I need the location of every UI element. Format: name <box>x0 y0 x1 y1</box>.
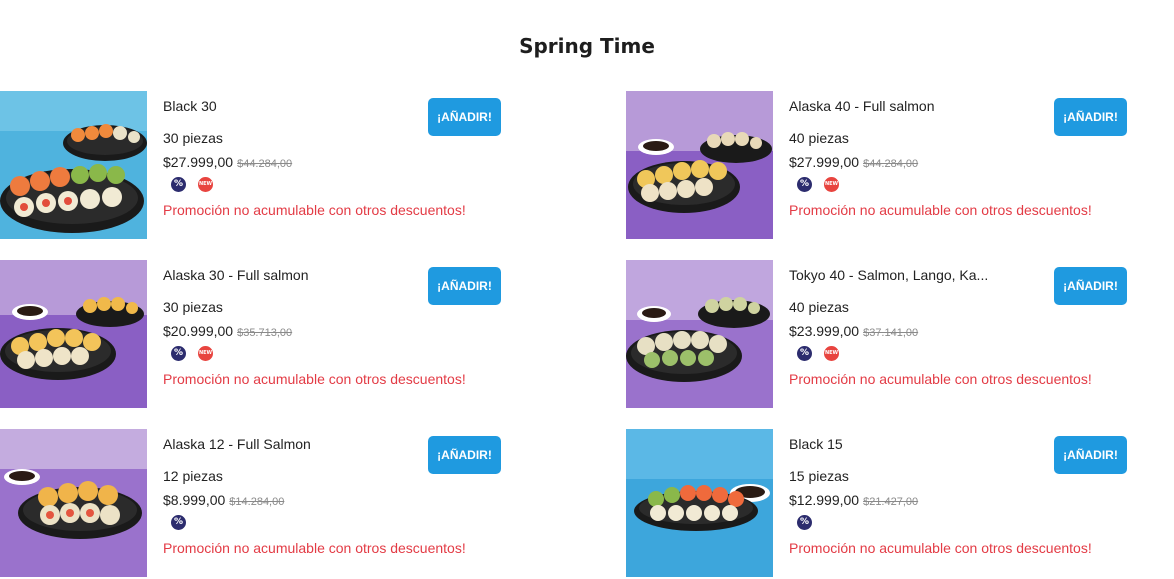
promo-notice: Promoción no acumulable con otros descue… <box>789 371 1092 387</box>
badge-group: % NEW <box>797 346 851 362</box>
old-price: $44.284,00 <box>237 158 293 170</box>
product-image[interactable] <box>626 260 773 408</box>
discount-badge-icon: % <box>797 177 812 192</box>
product-card-tokyo-40[interactable]: Tokyo 40 - Salmon, Lango, Ka... 40 pieza… <box>626 260 1136 410</box>
product-name[interactable]: Black 15 <box>789 436 843 452</box>
product-card-black-30[interactable]: Black 30 30 piezas $27.999,00 $44.284,00 … <box>0 91 510 241</box>
promo-notice: Promoción no acumulable con otros descue… <box>163 202 466 218</box>
product-card-alaska-30[interactable]: Alaska 30 - Full salmon 30 piezas $20.99… <box>0 260 510 410</box>
price-row: $27.999,00 $44.284,00 <box>163 154 292 172</box>
add-to-cart-button[interactable]: ¡AÑADIR! <box>428 98 501 136</box>
product-name[interactable]: Tokyo 40 - Salmon, Lango, Ka... <box>789 267 988 283</box>
add-to-cart-button[interactable]: ¡AÑADIR! <box>1054 267 1127 305</box>
product-image[interactable] <box>0 429 147 577</box>
old-price: $37.141,00 <box>863 327 919 339</box>
product-pieces: 30 piezas <box>163 130 223 146</box>
badge-group: % NEW <box>171 177 225 193</box>
badge-group: % NEW <box>797 177 851 193</box>
promo-notice: Promoción no acumulable con otros descue… <box>163 540 466 556</box>
current-price: $27.999,00 <box>789 154 860 170</box>
old-price: $35.713,00 <box>237 327 293 339</box>
badge-group: % <box>797 515 824 531</box>
section-title: Spring Time <box>519 34 655 58</box>
discount-badge-icon: % <box>171 515 186 530</box>
product-card-alaska-40[interactable]: Alaska 40 - Full salmon 40 piezas $27.99… <box>626 91 1136 241</box>
discount-badge-icon: % <box>171 346 186 361</box>
current-price: $8.999,00 <box>163 492 226 508</box>
product-pieces: 12 piezas <box>163 468 223 484</box>
current-price: $23.999,00 <box>789 323 860 339</box>
product-pieces: 15 piezas <box>789 468 849 484</box>
old-price: $21.427,00 <box>863 496 919 508</box>
product-card-black-15[interactable]: Black 15 15 piezas $12.999,00 $21.427,00 … <box>626 429 1136 579</box>
promo-notice: Promoción no acumulable con otros descue… <box>163 371 466 387</box>
product-image[interactable] <box>626 91 773 239</box>
product-name[interactable]: Alaska 12 - Full Salmon <box>163 436 311 452</box>
new-badge-icon: NEW <box>824 177 839 192</box>
product-pieces: 30 piezas <box>163 299 223 315</box>
old-price: $44.284,00 <box>863 158 919 170</box>
product-pieces: 40 piezas <box>789 299 849 315</box>
price-row: $27.999,00 $44.284,00 <box>789 154 918 172</box>
price-row: $23.999,00 $37.141,00 <box>789 323 918 341</box>
price-row: $12.999,00 $21.427,00 <box>789 492 918 510</box>
new-badge-icon: NEW <box>198 346 213 361</box>
discount-badge-icon: % <box>797 346 812 361</box>
old-price: $14.284,00 <box>229 496 285 508</box>
new-badge-icon: NEW <box>198 177 213 192</box>
current-price: $20.999,00 <box>163 323 234 339</box>
product-name[interactable]: Alaska 40 - Full salmon <box>789 98 935 114</box>
product-card-alaska-12[interactable]: Alaska 12 - Full Salmon 12 piezas $8.999… <box>0 429 510 579</box>
add-to-cart-button[interactable]: ¡AÑADIR! <box>428 267 501 305</box>
product-name[interactable]: Black 30 <box>163 98 217 114</box>
product-image[interactable] <box>0 260 147 408</box>
price-row: $20.999,00 $35.713,00 <box>163 323 292 341</box>
current-price: $27.999,00 <box>163 154 234 170</box>
discount-badge-icon: % <box>797 515 812 530</box>
product-image[interactable] <box>0 91 147 239</box>
product-image[interactable] <box>626 429 773 577</box>
add-to-cart-button[interactable]: ¡AÑADIR! <box>1054 98 1127 136</box>
product-pieces: 40 piezas <box>789 130 849 146</box>
promo-notice: Promoción no acumulable con otros descue… <box>789 540 1092 556</box>
add-to-cart-button[interactable]: ¡AÑADIR! <box>1054 436 1127 474</box>
badge-group: % <box>171 515 198 531</box>
price-row: $8.999,00 $14.284,00 <box>163 492 284 510</box>
product-name[interactable]: Alaska 30 - Full salmon <box>163 267 309 283</box>
discount-badge-icon: % <box>171 177 186 192</box>
current-price: $12.999,00 <box>789 492 860 508</box>
new-badge-icon: NEW <box>824 346 839 361</box>
add-to-cart-button[interactable]: ¡AÑADIR! <box>428 436 501 474</box>
badge-group: % NEW <box>171 346 225 362</box>
promo-notice: Promoción no acumulable con otros descue… <box>789 202 1092 218</box>
